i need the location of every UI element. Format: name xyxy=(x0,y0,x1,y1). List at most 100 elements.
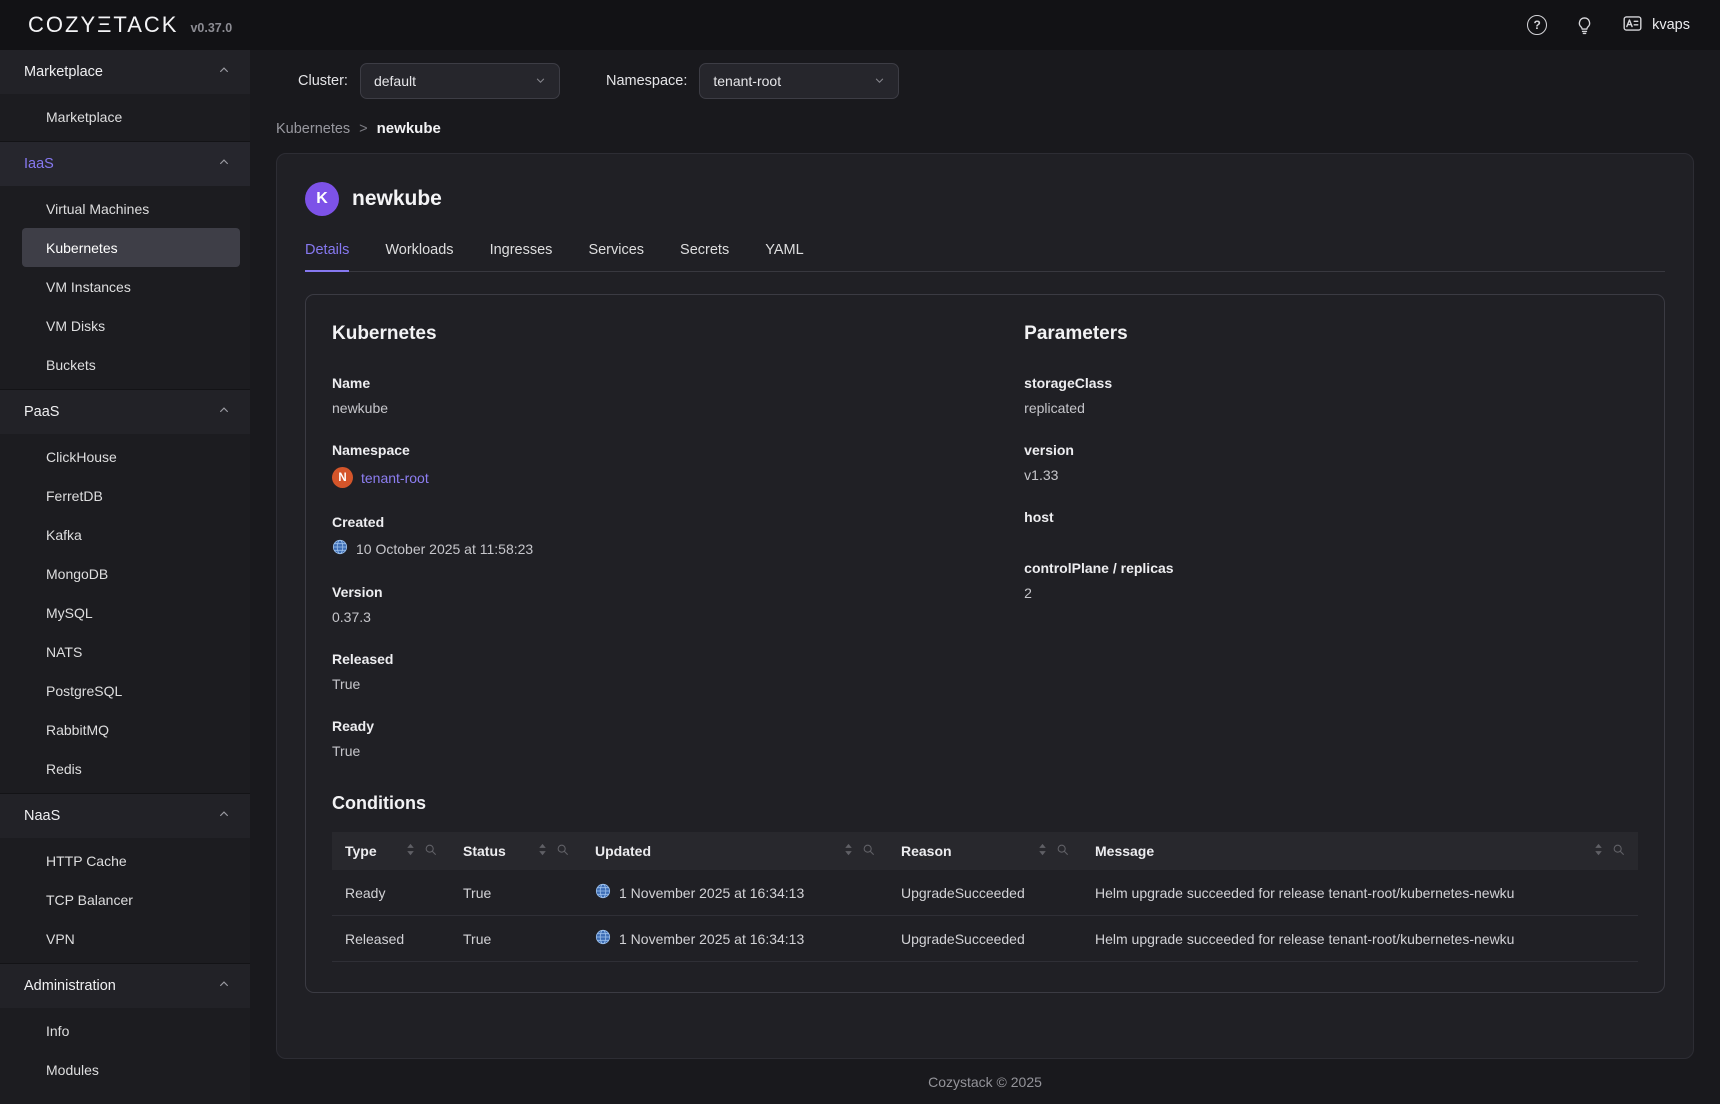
search-icon[interactable] xyxy=(862,843,875,859)
cluster-select[interactable]: default xyxy=(360,63,560,99)
cell-status: True xyxy=(450,916,582,962)
sidebar-section-iaas-wrap: IaaS Virtual Machines Kubernetes VM Inst… xyxy=(0,142,250,390)
sidebar-section-administration-wrap: Administration Info Modules Tenants xyxy=(0,964,250,1104)
sidebar-item-tcp-balancer[interactable]: TCP Balancer xyxy=(22,880,240,919)
sidebar-item-label: Marketplace xyxy=(46,109,122,125)
sidebar-item-info[interactable]: Info xyxy=(22,1011,240,1050)
theme-lightbulb-icon[interactable] xyxy=(1575,16,1594,35)
sidebar-item-label: Kafka xyxy=(46,527,82,543)
field-label: Released xyxy=(332,651,1024,667)
field-storageclass: storageClass replicated xyxy=(1024,375,1638,416)
field-created: Created 10 October 2025 at 11:58:23 xyxy=(332,514,1024,558)
sidebar-item-label: VM Disks xyxy=(46,318,105,334)
sidebar-item-label: VM Instances xyxy=(46,279,131,295)
resource-title-row: K newkube xyxy=(305,182,1665,216)
namespace-select-value: tenant-root xyxy=(713,73,781,89)
cell-reason: UpgradeSucceeded xyxy=(888,916,1082,962)
sidebar-item-vm-disks[interactable]: VM Disks xyxy=(22,306,240,345)
chevron-down-icon xyxy=(874,73,885,89)
field-version: Version 0.37.3 xyxy=(332,584,1024,625)
footer: Cozystack © 2025 xyxy=(276,1059,1694,1104)
sidebar-item-label: NATS xyxy=(46,644,82,660)
tab-services[interactable]: Services xyxy=(588,242,644,271)
sidebar-item-redis[interactable]: Redis xyxy=(22,749,240,788)
sidebar-item-postgresql[interactable]: PostgreSQL xyxy=(22,671,240,710)
sidebar-item-kafka[interactable]: Kafka xyxy=(22,515,240,554)
sidebar-item-label: PostgreSQL xyxy=(46,683,122,699)
sidebar-item-buckets[interactable]: Buckets xyxy=(22,345,240,384)
header-actions: ? kvaps xyxy=(1527,13,1690,38)
tab-ingresses[interactable]: Ingresses xyxy=(490,242,553,271)
tab-secrets[interactable]: Secrets xyxy=(680,242,729,271)
search-icon[interactable] xyxy=(1056,843,1069,859)
sidebar-item-ferretdb[interactable]: FerretDB xyxy=(22,476,240,515)
column-header-message[interactable]: Message xyxy=(1082,832,1638,870)
id-card-icon xyxy=(1622,13,1643,38)
cluster-select-value: default xyxy=(374,73,416,89)
page-title: newkube xyxy=(352,187,442,211)
tab-yaml[interactable]: YAML xyxy=(765,242,803,271)
user-menu[interactable]: kvaps xyxy=(1622,13,1690,38)
sidebar-section-iaas[interactable]: IaaS xyxy=(0,142,250,186)
help-icon[interactable]: ? xyxy=(1527,15,1547,35)
sidebar-item-mysql[interactable]: MySQL xyxy=(22,593,240,632)
sort-icon[interactable] xyxy=(844,843,853,859)
globe-icon xyxy=(595,929,611,948)
search-icon[interactable] xyxy=(556,843,569,859)
namespace-select[interactable]: tenant-root xyxy=(699,63,899,99)
sidebar-item-http-cache[interactable]: HTTP Cache xyxy=(22,841,240,880)
sidebar-item-label: TCP Balancer xyxy=(46,892,133,908)
chevron-up-icon xyxy=(218,808,230,824)
column-header-status[interactable]: Status xyxy=(450,832,582,870)
field-value: True xyxy=(332,743,1024,759)
field-label: storageClass xyxy=(1024,375,1638,391)
namespace-link[interactable]: tenant-root xyxy=(361,470,429,486)
field-host: host xyxy=(1024,509,1638,534)
cell-type: Ready xyxy=(332,870,450,916)
sidebar-item-vm-instances[interactable]: VM Instances xyxy=(22,267,240,306)
sidebar-item-label: HTTP Cache xyxy=(46,853,127,869)
brand: COZYΞTACK v0.37.0 xyxy=(28,12,232,38)
field-label: Version xyxy=(332,584,1024,600)
sort-icon[interactable] xyxy=(1594,843,1603,859)
sidebar-item-rabbitmq[interactable]: RabbitMQ xyxy=(22,710,240,749)
sidebar-item-nats[interactable]: NATS xyxy=(22,632,240,671)
sidebar-section-label: Marketplace xyxy=(24,64,103,80)
sidebar-section-naas[interactable]: NaaS xyxy=(0,794,250,838)
column-label: Reason xyxy=(901,843,952,859)
field-label: version xyxy=(1024,442,1638,458)
sidebar-item-marketplace[interactable]: Marketplace xyxy=(22,97,240,136)
sidebar-section-marketplace[interactable]: Marketplace xyxy=(0,50,250,94)
breadcrumb-kubernetes[interactable]: Kubernetes xyxy=(276,121,350,137)
tab-details[interactable]: Details xyxy=(305,242,349,271)
sidebar-item-mongodb[interactable]: MongoDB xyxy=(22,554,240,593)
field-label: Namespace xyxy=(332,442,1024,458)
sort-icon[interactable] xyxy=(406,843,415,859)
sidebar-item-kubernetes[interactable]: Kubernetes xyxy=(22,228,240,267)
sidebar-item-tenants[interactable]: Tenants xyxy=(22,1089,240,1104)
search-icon[interactable] xyxy=(1612,843,1625,859)
column-header-type[interactable]: Type xyxy=(332,832,450,870)
search-icon[interactable] xyxy=(424,843,437,859)
sidebar-item-virtual-machines[interactable]: Virtual Machines xyxy=(22,189,240,228)
sidebar-item-modules[interactable]: Modules xyxy=(22,1050,240,1089)
field-label: Created xyxy=(332,514,1024,530)
sidebar-section-administration[interactable]: Administration xyxy=(0,964,250,1008)
sort-icon[interactable] xyxy=(538,843,547,859)
column-label: Type xyxy=(345,843,377,859)
sort-icon[interactable] xyxy=(1038,843,1047,859)
tab-workloads[interactable]: Workloads xyxy=(385,242,453,271)
field-label: host xyxy=(1024,509,1638,525)
details-right-column: Parameters storageClass replicated versi… xyxy=(1024,323,1638,785)
sidebar-section-paas[interactable]: PaaS xyxy=(0,390,250,434)
column-header-updated[interactable]: Updated xyxy=(582,832,888,870)
sidebar-item-vpn[interactable]: VPN xyxy=(22,919,240,958)
sidebar-section-label: Administration xyxy=(24,978,116,994)
globe-icon xyxy=(595,883,611,902)
context-toolbar: Cluster: default Namespace: tenant-root xyxy=(276,50,1694,111)
sidebar-item-label: Modules xyxy=(46,1062,99,1078)
namespace-label: Namespace: xyxy=(606,73,687,89)
column-header-reason[interactable]: Reason xyxy=(888,832,1082,870)
sidebar-item-clickhouse[interactable]: ClickHouse xyxy=(22,437,240,476)
chevron-up-icon xyxy=(218,64,230,80)
